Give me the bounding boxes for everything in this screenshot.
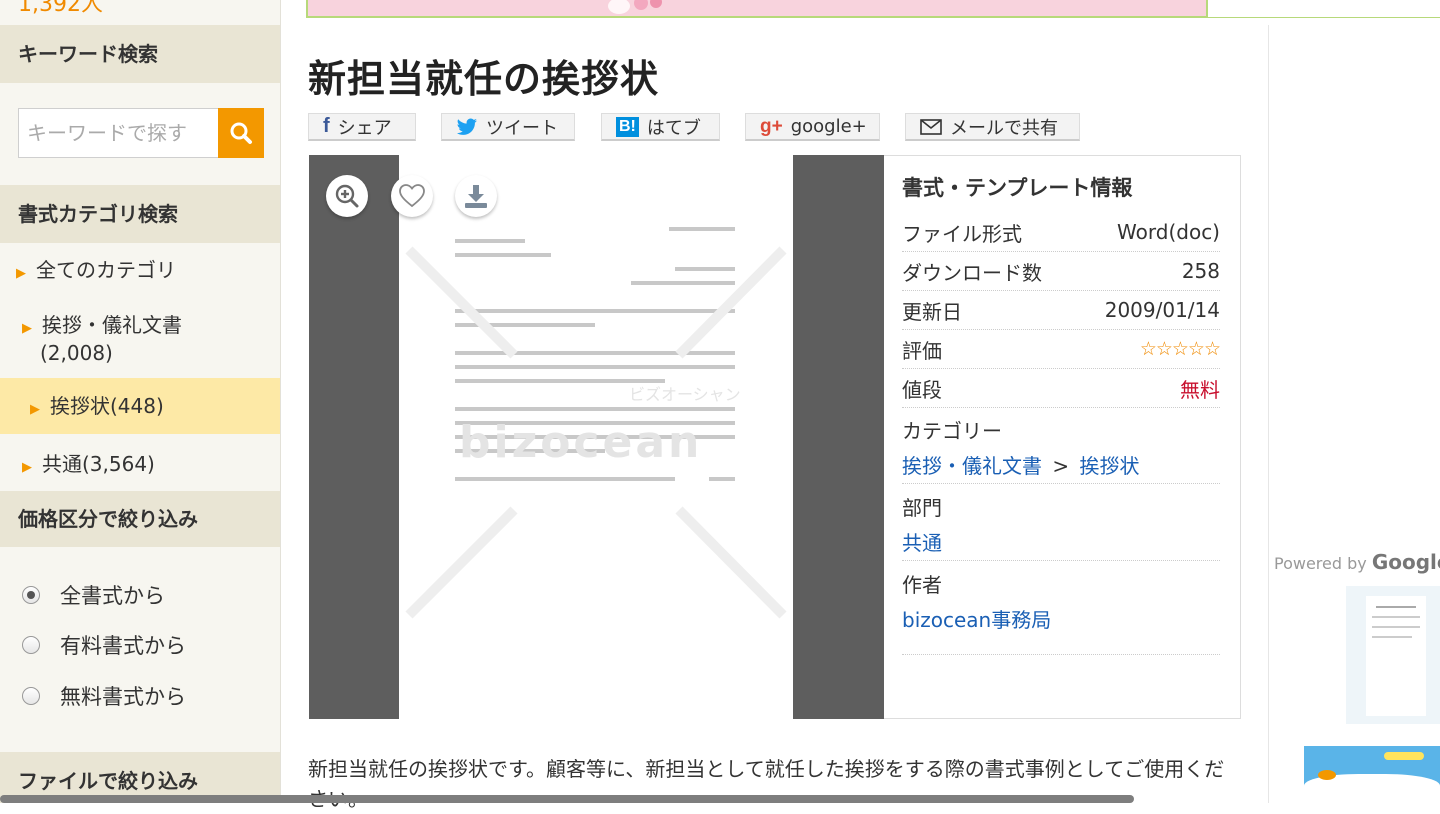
- triangle-right-icon: ▶: [30, 402, 40, 417]
- google-brand: Google: [1371, 550, 1440, 574]
- hatena-bookmark-button[interactable]: B! はてブ: [601, 113, 720, 141]
- category-link-greeting-letter[interactable]: 挨拶状: [1079, 454, 1139, 478]
- price-option-free[interactable]: 無料書式から: [22, 681, 186, 711]
- facebook-share-button[interactable]: f シェア: [308, 113, 416, 141]
- keyword-search: [18, 108, 264, 158]
- twitter-icon: [456, 118, 477, 135]
- triangle-right-icon: ▶: [22, 460, 32, 475]
- google-plus-share-button[interactable]: g+ google+: [745, 113, 880, 141]
- category-common-label: 共通(3,564): [42, 452, 155, 476]
- divider: [902, 654, 1220, 655]
- category-all[interactable]: ▶ 全てのカテゴリ: [0, 254, 280, 290]
- hatena-icon: B!: [616, 116, 639, 137]
- rating-row: 評価 ☆☆☆☆☆: [902, 330, 1221, 369]
- price-option-all-label: 全書式から: [60, 584, 165, 608]
- download-icon: [465, 185, 487, 208]
- price-value: 無料: [1180, 377, 1220, 402]
- facebook-share-label: シェア: [337, 117, 392, 139]
- page-title: 新担当就任の挨拶状: [308, 57, 660, 101]
- price-label: 値段: [902, 377, 942, 402]
- top-banner[interactable]: [306, 0, 1208, 18]
- price-filter-heading: 価格区分で絞り込み: [0, 491, 280, 547]
- price-option-free-label: 無料書式から: [60, 685, 186, 709]
- powered-by-text: Powered by: [1274, 554, 1367, 573]
- banner-divider: [1208, 17, 1440, 18]
- hatena-label: はてブ: [646, 117, 701, 139]
- divider: [902, 560, 1220, 561]
- flower-decoration: [608, 0, 630, 14]
- flower-decoration: [650, 0, 662, 8]
- updated-date-value: 2009/01/14: [1104, 298, 1220, 322]
- template-description: 新担当就任の挨拶状です。顧客等に、新担当として就任した挨拶をする際の書式事例とし…: [308, 757, 1225, 811]
- radio-unchecked[interactable]: [22, 636, 40, 654]
- category-greetings-count: (2,008): [40, 341, 113, 365]
- ad-thumbnail-illustration[interactable]: [1304, 746, 1440, 803]
- search-icon: [230, 122, 252, 144]
- author-label: 作者: [902, 573, 942, 597]
- zoom-in-icon: [335, 184, 359, 208]
- download-count-row: ダウンロード数 258: [902, 252, 1220, 291]
- category-greeting-letter-label: 挨拶状(448): [50, 394, 164, 418]
- category-greetings-label: 挨拶・儀礼文書: [42, 313, 182, 337]
- download-button[interactable]: [455, 175, 497, 217]
- sidebar: 1,392人 キーワード検索 書式カテゴリ検索 ▶ 全てのカテゴリ ▶ 挨拶・儀礼文…: [0, 0, 281, 803]
- file-format-row: ファイル形式 Word(doc): [902, 213, 1220, 252]
- right-column-divider: [1268, 25, 1269, 803]
- tweet-button[interactable]: ツイート: [441, 113, 575, 141]
- member-count: 1,392人: [18, 0, 103, 17]
- category-breadcrumb: 挨拶・儀礼文書 > 挨拶状: [902, 450, 1139, 479]
- price-option-paid[interactable]: 有料書式から: [22, 630, 186, 660]
- watermark-logo: bizocean: [459, 417, 703, 468]
- updated-date-row: 更新日 2009/01/14: [902, 291, 1220, 330]
- file-format-label: ファイル形式: [902, 221, 1022, 246]
- rating-stars-icon: ☆☆☆☆☆: [1139, 338, 1221, 360]
- category-greetings[interactable]: ▶ 挨拶・儀礼文書 (2,008): [0, 313, 280, 366]
- updated-date-label: 更新日: [902, 299, 962, 324]
- keyword-search-input[interactable]: [18, 108, 218, 158]
- radio-checked[interactable]: [22, 586, 40, 604]
- zoom-button[interactable]: [326, 175, 368, 217]
- triangle-right-icon: ▶: [16, 266, 26, 281]
- download-count-value: 258: [1181, 259, 1220, 283]
- category-greeting-letter[interactable]: ▶ 挨拶状(448): [0, 378, 280, 434]
- info-title: 書式・テンプレート情報: [902, 176, 1133, 200]
- search-button[interactable]: [218, 108, 264, 158]
- category-label: カテゴリー: [902, 419, 1002, 443]
- flower-decoration: [634, 0, 648, 10]
- watermark-kana: ビズオーシャン: [629, 385, 741, 404]
- price-option-paid-label: 有料書式から: [60, 634, 186, 658]
- heart-icon: [399, 184, 425, 208]
- ad-thumbnail-document[interactable]: [1346, 586, 1440, 724]
- category-search-heading: 書式カテゴリ検索: [0, 185, 280, 243]
- price-row: 値段 無料: [902, 369, 1220, 408]
- document-page-image: ビズオーシャン bizocean: [399, 155, 793, 719]
- google-plus-label: google+: [790, 116, 867, 137]
- favorite-button[interactable]: [391, 175, 433, 217]
- category-link-greetings[interactable]: 挨拶・儀礼文書: [902, 454, 1042, 478]
- email-share-button[interactable]: メールで共有: [905, 113, 1080, 141]
- template-info-panel: 書式・テンプレート情報 ファイル形式 Word(doc) ダウンロード数 258…: [884, 155, 1241, 719]
- horizontal-scrollbar[interactable]: [0, 795, 1134, 803]
- tweet-label: ツイート: [486, 117, 558, 139]
- divider: [902, 483, 1220, 484]
- google-plus-icon: g+: [760, 115, 783, 137]
- radio-unchecked[interactable]: [22, 687, 40, 705]
- category-separator: >: [1052, 454, 1070, 478]
- department-link[interactable]: 共通: [902, 527, 942, 556]
- triangle-right-icon: ▶: [22, 321, 32, 336]
- category-common[interactable]: ▶ 共通(3,564): [0, 449, 280, 479]
- file-format-value: Word(doc): [1117, 220, 1220, 244]
- powered-by-google: Powered by Google: [1274, 550, 1440, 574]
- document-preview[interactable]: ビズオーシャン bizocean: [309, 155, 884, 719]
- email-share-label: メールで共有: [950, 117, 1058, 139]
- mail-icon: [920, 118, 942, 135]
- keyword-search-heading: キーワード検索: [0, 25, 280, 83]
- download-count-label: ダウンロード数: [902, 260, 1042, 285]
- author-link[interactable]: bizocean事務局: [902, 604, 1051, 633]
- price-option-all[interactable]: 全書式から: [22, 580, 165, 610]
- category-all-label: 全てのカテゴリ: [36, 258, 176, 282]
- department-label: 部門: [902, 496, 942, 520]
- facebook-icon: f: [323, 115, 330, 137]
- rating-label: 評価: [902, 338, 942, 363]
